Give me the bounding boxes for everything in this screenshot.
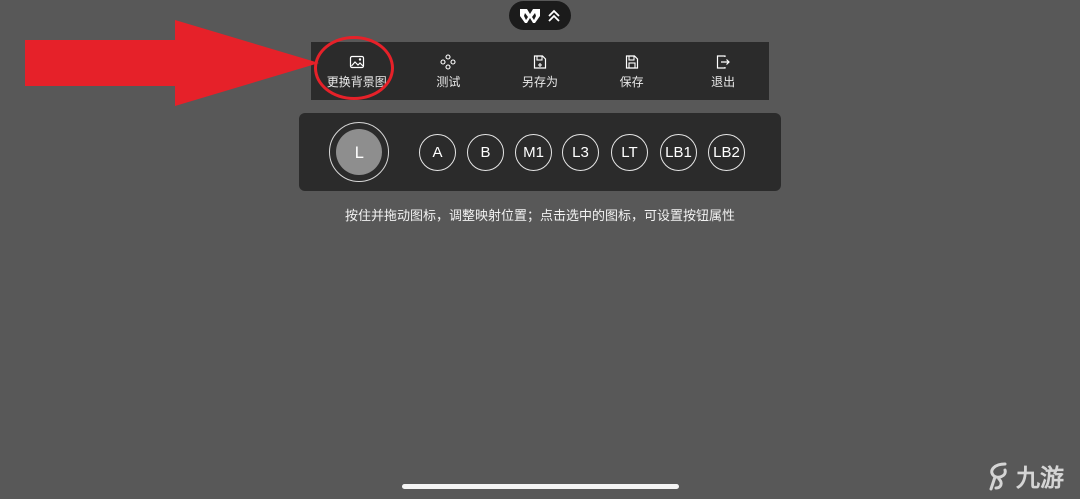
key-lb1[interactable]: LB1 bbox=[660, 134, 697, 171]
key-l3[interactable]: L3 bbox=[562, 134, 599, 171]
brand-logo-icon bbox=[520, 8, 540, 23]
joystick-l[interactable]: L bbox=[329, 122, 389, 182]
tool-label: 退出 bbox=[711, 74, 736, 89]
tool-label: 另存为 bbox=[521, 74, 558, 89]
app-screen: 更换背景图 测试 另存为 保存 退出 L A B M1 L3 LT LB1 LB… bbox=[0, 0, 1080, 499]
red-circle-annotation bbox=[314, 36, 394, 100]
save-button[interactable]: 保存 bbox=[586, 42, 678, 100]
red-arrow-annotation bbox=[25, 20, 319, 106]
tool-label: 测试 bbox=[436, 74, 461, 89]
button-panel: L A B M1 L3 LT LB1 LB2 bbox=[299, 113, 781, 191]
joystick-label: L bbox=[336, 129, 382, 175]
chevron-double-up-icon bbox=[548, 9, 560, 22]
save-as-button[interactable]: 另存为 bbox=[494, 42, 586, 100]
save-icon bbox=[625, 54, 638, 69]
key-lt[interactable]: LT bbox=[611, 134, 648, 171]
key-lb2[interactable]: LB2 bbox=[708, 134, 745, 171]
watermark-swirl-icon bbox=[989, 462, 1007, 490]
key-b[interactable]: B bbox=[467, 134, 504, 171]
home-indicator[interactable] bbox=[402, 484, 679, 489]
top-collapse-pill[interactable] bbox=[509, 1, 571, 30]
save-as-icon bbox=[533, 54, 547, 69]
key-a[interactable]: A bbox=[419, 134, 456, 171]
watermark-text: 九游 bbox=[1016, 464, 1064, 492]
tool-label: 保存 bbox=[619, 74, 644, 89]
dpad-icon bbox=[440, 53, 456, 70]
test-button[interactable]: 测试 bbox=[403, 42, 495, 100]
watermark-logo: 九游 bbox=[985, 458, 1064, 493]
exit-button[interactable]: 退出 bbox=[677, 42, 769, 100]
exit-icon bbox=[717, 54, 731, 69]
instruction-text: 按住并拖动图标，调整映射位置；点击选中的图标，可设置按钮属性 bbox=[344, 209, 735, 224]
key-m1[interactable]: M1 bbox=[515, 134, 552, 171]
